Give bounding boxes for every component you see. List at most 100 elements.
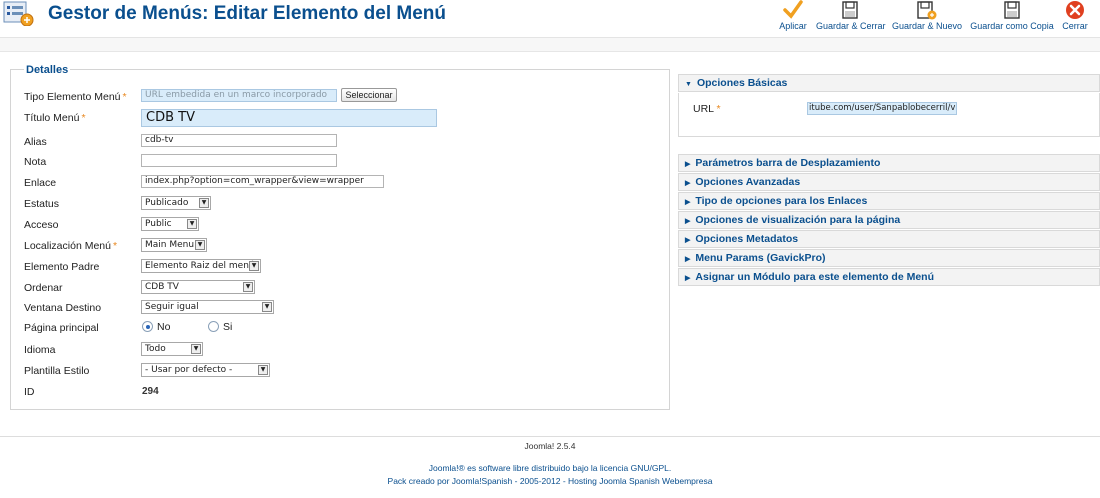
note-input[interactable] <box>141 154 337 167</box>
basic-options-body: URL * itube.com/user/Sanpablobecerril/vi… <box>678 93 1100 137</box>
status-value: Publicado <box>145 198 189 208</box>
triangle-right-icon: ▶ <box>685 161 691 168</box>
order-select[interactable]: CDB TV ▼ <box>141 280 255 294</box>
link-label: Enlace <box>24 177 57 189</box>
status-row: Estatus Publicado ▼ <box>24 195 664 215</box>
language-label: Idioma <box>24 344 56 356</box>
options-section-title: Opciones Metadatos <box>695 233 799 245</box>
order-label: Ordenar <box>24 282 63 294</box>
options-sections: ▶ Parámetros barra de Desplazamiento ▶ Opci… <box>678 154 1100 286</box>
alias-input[interactable]: cdb-tv <box>141 134 337 147</box>
chevron-down-icon: ▼ <box>187 219 197 229</box>
home-no-radio[interactable] <box>142 321 153 332</box>
options-section-title: Parámetros barra de Desplazamiento <box>695 157 881 169</box>
access-select[interactable]: Public ▼ <box>141 217 199 231</box>
template-label: Plantilla Estilo <box>24 365 90 377</box>
options-section-header[interactable]: ▶ Opciones Avanzadas <box>678 173 1100 191</box>
target-value: Seguir igual <box>145 302 199 312</box>
home-yes-label: Si <box>223 321 233 333</box>
target-label: Ventana Destino <box>24 302 102 314</box>
chevron-down-icon: ▼ <box>195 240 205 250</box>
chevron-down-icon: ▼ <box>249 261 259 271</box>
link-input[interactable]: index.php?option=com_wrapper&view=wrappe… <box>141 175 384 188</box>
target-row: Ventana Destino Seguir igual ▼ <box>24 299 664 319</box>
options-section-header[interactable]: ▶ Menu Params (GavickPro) <box>678 249 1100 267</box>
save-close-button[interactable]: Guardar & Cerrar <box>816 0 886 36</box>
close-icon <box>1066 1 1084 19</box>
language-select[interactable]: Todo ▼ <box>141 342 203 356</box>
options-section-header[interactable]: ▶ Tipo de opciones para los Enlaces <box>678 192 1100 210</box>
save-new-label: Guardar & Nuevo <box>892 21 963 31</box>
options-section-title: Opciones de visualización para la página <box>695 214 901 226</box>
options-section-title: Asignar un Módulo para este elemento de … <box>695 271 935 283</box>
menu-type-field[interactable]: URL embedida en un marco incorporado <box>141 89 337 102</box>
save-new-button[interactable]: Guardar & Nuevo <box>892 0 962 36</box>
apply-label: Aplicar <box>779 21 807 31</box>
parent-select[interactable]: Elemento Raiz del menú ▼ <box>141 259 261 273</box>
details-legend: Detalles <box>24 64 71 76</box>
basic-options-title: Opciones Básicas <box>696 77 788 89</box>
order-value: CDB TV <box>145 282 179 292</box>
triangle-right-icon: ▶ <box>685 180 691 187</box>
menu-location-select[interactable]: Main Menu ▼ <box>141 238 207 252</box>
footer-divider <box>0 436 1100 437</box>
save-copy-button[interactable]: Guardar como Copia <box>970 0 1054 36</box>
options-section-header[interactable]: ▶ Opciones de visualización para la págin… <box>678 211 1100 229</box>
menu-manager-icon <box>3 1 34 26</box>
url-label: URL * <box>693 103 721 115</box>
options-section-title: Menu Params (GavickPro) <box>695 252 826 264</box>
apply-button[interactable]: Aplicar <box>778 0 808 36</box>
id-value: 294 <box>142 386 159 397</box>
footer-credits-link[interactable]: Pack creado por Joomla!Spanish - 2005-20… <box>0 476 1100 486</box>
header: Gestor de Menús: Editar Elemento del Men… <box>0 0 1100 38</box>
save-close-label: Guardar & Cerrar <box>816 21 886 31</box>
options-section-header[interactable]: ▶ Opciones Metadatos <box>678 230 1100 248</box>
access-value: Public <box>145 219 172 229</box>
save-new-icon <box>917 1 937 20</box>
menu-type-label: Tipo Elemento Menú * <box>24 91 127 103</box>
title-row: Título Menú * CDB TV <box>24 109 664 129</box>
submenu-band <box>0 38 1100 52</box>
triangle-right-icon: ▶ <box>685 199 691 206</box>
options-section-title: Opciones Avanzadas <box>695 176 801 188</box>
order-row: Ordenar CDB TV ▼ <box>24 279 664 299</box>
menu-location-row: Localización Menú * Main Menu ▼ <box>24 237 664 257</box>
options-section-header[interactable]: ▶ Asignar un Módulo para este elemento de… <box>678 268 1100 286</box>
template-row: Plantilla Estilo - Usar por defecto - ▼ <box>24 362 664 382</box>
chevron-down-icon: ▼ <box>262 302 272 312</box>
target-select[interactable]: Seguir igual ▼ <box>141 300 274 314</box>
id-label: ID <box>24 386 35 398</box>
close-button[interactable]: Cerrar <box>1060 0 1090 36</box>
footer-version: Joomla! 2.5.4 <box>524 441 576 451</box>
title-input[interactable]: CDB TV <box>141 109 437 127</box>
chevron-down-icon: ▼ <box>243 282 253 292</box>
options-panel: ▼ Opciones Básicas URL * itube.com/user/S… <box>678 74 1100 287</box>
menu-type-row: Tipo Elemento Menú * URL embedida en un m… <box>24 88 664 108</box>
triangle-right-icon: ▶ <box>685 237 691 244</box>
close-label: Cerrar <box>1062 21 1088 31</box>
template-select[interactable]: - Usar por defecto - ▼ <box>141 363 270 377</box>
url-input[interactable]: itube.com/user/Sanpablobecerril/videos <box>807 102 957 115</box>
page-title: Gestor de Menús: Editar Elemento del Men… <box>48 3 447 24</box>
home-yes-radio[interactable] <box>208 321 219 332</box>
home-label: Página principal <box>24 322 99 334</box>
footer-license-link[interactable]: Joomla!® es software libre distribuido b… <box>0 463 1100 473</box>
save-copy-label: Guardar como Copia <box>970 21 1054 31</box>
save-copy-icon <box>1004 1 1020 19</box>
home-row: Página principal No Si <box>24 319 664 339</box>
basic-options-header[interactable]: ▼ Opciones Básicas <box>678 74 1100 92</box>
status-select[interactable]: Publicado ▼ <box>141 196 211 210</box>
template-value: - Usar por defecto - <box>145 365 233 375</box>
language-row: Idioma Todo ▼ <box>24 341 664 361</box>
chevron-down-icon: ▼ <box>258 365 268 375</box>
alias-label: Alias <box>24 136 47 148</box>
note-label: Nota <box>24 156 47 168</box>
alias-row: Alias cdb-tv <box>24 133 664 153</box>
chevron-down-icon: ▼ <box>191 344 201 354</box>
select-type-button[interactable]: Seleccionar <box>341 88 397 102</box>
menu-location-value: Main Menu <box>145 240 195 250</box>
parent-value: Elemento Raiz del menú <box>145 261 255 271</box>
save-icon <box>842 1 858 19</box>
options-section-header[interactable]: ▶ Parámetros barra de Desplazamiento <box>678 154 1100 172</box>
menu-location-label: Localización Menú * <box>24 240 118 252</box>
